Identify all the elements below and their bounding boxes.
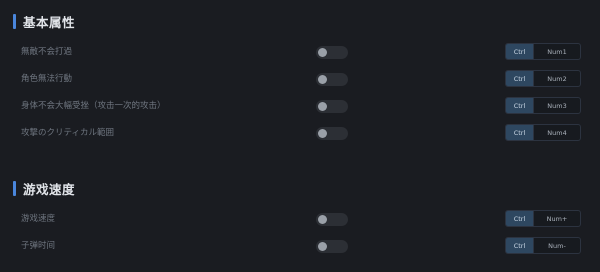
toggle-knob (318, 129, 327, 138)
hotkey-button[interactable]: Ctrl Num3 (505, 97, 581, 114)
hotkey-key: Num+ (546, 214, 568, 223)
cheat-toggle[interactable] (316, 73, 348, 86)
toggle-knob (318, 48, 327, 57)
hotkey-modifier: Ctrl (506, 211, 534, 226)
cheat-toggle[interactable] (316, 240, 348, 253)
hotkey-button[interactable]: Ctrl Num- (505, 237, 581, 254)
hotkey-modifier: Ctrl (506, 238, 534, 253)
section-title: 基本属性 (23, 14, 76, 30)
hotkey-modifier: Ctrl (506, 71, 534, 86)
cheat-toggle[interactable] (316, 46, 348, 59)
cheat-label: 無敵不会打過 (21, 47, 73, 57)
cheat-label: 角色無法行動 (21, 74, 73, 84)
section-marker-icon (13, 180, 16, 196)
toggle-knob (318, 215, 327, 224)
cheat-row: 身体不会大幅受挫（攻击一次的攻击） Ctrl Num3 (0, 97, 600, 115)
section-title: 游戏速度 (23, 181, 76, 197)
cheat-toggle[interactable] (316, 213, 348, 226)
section-marker-icon (13, 13, 16, 29)
toggle-knob (318, 102, 327, 111)
cheat-row: 角色無法行動 Ctrl Num2 (0, 70, 600, 88)
section-header-basic: 基本属性 (13, 12, 75, 30)
hotkey-modifier: Ctrl (506, 125, 534, 140)
hotkey-key: Num2 (547, 74, 567, 83)
cheat-toggle[interactable] (316, 127, 348, 140)
hotkey-button[interactable]: Ctrl Num+ (505, 210, 581, 227)
hotkey-button[interactable]: Ctrl Num1 (505, 43, 581, 60)
hotkey-button[interactable]: Ctrl Num2 (505, 70, 581, 87)
toggle-knob (318, 75, 327, 84)
section-header-speed: 游戏速度 (13, 179, 75, 197)
cheat-row: 游戏速度 Ctrl Num+ (0, 210, 600, 228)
cheat-label: 身体不会大幅受挫（攻击一次的攻击） (21, 101, 166, 111)
hotkey-key: Num1 (547, 47, 567, 56)
cheat-label: 攻撃のクリティカル範囲 (21, 128, 114, 138)
hotkey-button[interactable]: Ctrl Num4 (505, 124, 581, 141)
hotkey-key: Num4 (547, 128, 567, 137)
hotkey-modifier: Ctrl (506, 44, 534, 59)
cheat-row: 子弹时间 Ctrl Num- (0, 237, 600, 255)
toggle-knob (318, 242, 327, 251)
hotkey-modifier: Ctrl (506, 98, 534, 113)
cheat-row: 攻撃のクリティカル範囲 Ctrl Num4 (0, 124, 600, 142)
cheat-toggle[interactable] (316, 100, 348, 113)
cheat-label: 游戏速度 (21, 214, 56, 224)
hotkey-key: Num3 (547, 101, 567, 110)
cheat-row: 無敵不会打過 Ctrl Num1 (0, 43, 600, 61)
hotkey-key: Num- (548, 241, 566, 250)
trainer-panel: 基本属性 無敵不会打過 Ctrl Num1 角色無法行動 Ctrl Num2 身… (0, 0, 600, 272)
cheat-label: 子弹时间 (21, 241, 56, 251)
